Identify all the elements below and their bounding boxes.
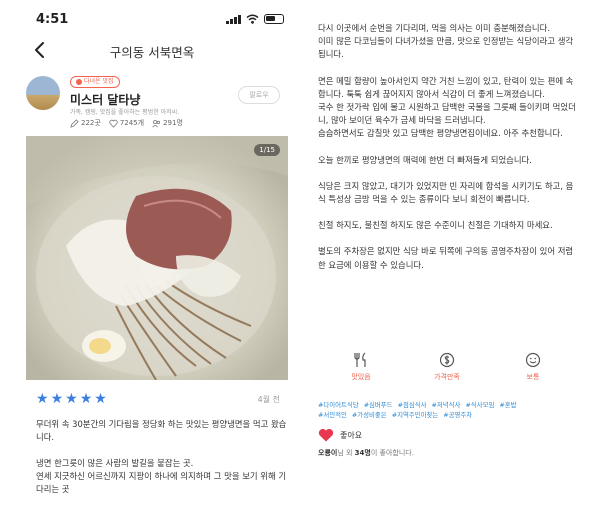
tasty-button[interactable]: 맛있음 <box>326 352 396 392</box>
profile-card: 다녀온 맛집 미스터 달타냥 가족, 캠핑, 맛집을 좋아하는 평범한 아저씨.… <box>26 76 288 132</box>
status-bar: 4:51 <box>16 12 288 30</box>
pencil-icon <box>70 118 79 128</box>
hashtag[interactable]: #서민적인 <box>318 411 347 419</box>
badge-dot-icon <box>76 79 82 85</box>
avatar[interactable] <box>26 76 60 110</box>
star-rating: ★ ★ ★ ★ ★ <box>36 392 107 406</box>
star-icon: ★ <box>65 391 78 407</box>
page-title: 구의동 서북면옥 <box>109 45 195 60</box>
review-text-right: 다시 이곳에서 순번을 기다리며, 먹을 의사는 이미 충분해졌습니다. 이미 … <box>318 22 576 285</box>
nav-bar: 구의동 서북면옥 <box>16 38 288 62</box>
hashtag[interactable]: #다이어트식당 <box>318 401 359 409</box>
dollar-icon <box>439 352 455 368</box>
like-total[interactable]: 34명 <box>355 449 371 457</box>
price-label: 가격만족 <box>434 373 460 381</box>
like-label: 좋아요 <box>340 430 363 440</box>
follow-button[interactable]: 팔로우 <box>238 86 280 104</box>
star-icon: ★ <box>50 391 64 407</box>
utensils-icon <box>354 352 366 367</box>
hashtag[interactable]: #점심식사 <box>398 401 427 409</box>
review-paragraph: 면은 메밀 함량이 높아서인지 약간 거친 느낌이 있고, 탄력이 있는 편에 … <box>318 75 576 139</box>
star-icon: ★ <box>36 391 49 407</box>
review-paragraph: 무더위 속 30분간의 기다림을 정당화 하는 맛있는 평양냉면을 먹고 왔습니… <box>36 419 287 442</box>
wifi-icon <box>246 14 259 24</box>
review-count: 222곳 <box>70 118 101 128</box>
bio: 가족, 캠핑, 맛집을 좋아하는 평범한 아저씨. <box>70 109 180 116</box>
hashtag[interactable]: #가성비좋은 <box>352 411 387 419</box>
like-count: 7245개 <box>109 118 144 128</box>
naengmyeon-photo <box>26 136 288 380</box>
profile-stats: 222곳 7245개 291명 <box>70 118 183 128</box>
review-paragraph: 식당은 크지 않았고, 대기가 있었지만 빈 자리에 합석을 시키기도 하고, … <box>318 180 574 205</box>
battery-icon <box>264 14 284 24</box>
normal-label: 보통 <box>526 373 540 381</box>
normal-button[interactable]: 보통 <box>498 352 568 392</box>
photo-counter: 1/15 <box>254 144 280 156</box>
heart-icon <box>318 428 334 442</box>
follower-count-value: 291명 <box>163 119 183 127</box>
review-paragraph: 냉면 한그릇이 많은 사람의 발길을 붙잡는 곳. 연세 지긋하신 어르신까지 … <box>36 458 287 494</box>
nickname[interactable]: 미스터 달타냥 <box>70 91 140 108</box>
like-count-value: 7245개 <box>119 119 145 127</box>
signal-icon <box>226 14 241 24</box>
reaction-bar: 맛있음 가격만족 보통 <box>318 352 576 392</box>
status-time: 4:51 <box>36 12 69 27</box>
like-summary: 오룡이님 외 34명이 좋아합니다. <box>318 448 414 458</box>
review-text-left: 무더위 속 30분간의 기다림을 정당화 하는 맛있는 평양냉면을 먹고 왔습니… <box>36 418 288 509</box>
visit-date: 4월 전 <box>257 395 280 404</box>
like-summary-end: 이 좋아합니다. <box>370 449 414 457</box>
hashtag[interactable]: #혼밥 <box>499 401 516 409</box>
food-photo[interactable]: 1/15 <box>26 136 288 380</box>
heart-outline-icon <box>109 119 118 128</box>
people-icon <box>152 119 161 127</box>
follower-count: 291명 <box>152 118 183 128</box>
hashtag-list: #다이어트식당 #심버푸드 #점심식사 #저녁식사 #식사모임 #혼밥 #서민적… <box>318 400 576 420</box>
tasty-label: 맛있음 <box>351 373 371 381</box>
hashtag[interactable]: #공영주차 <box>443 411 472 419</box>
status-icons <box>226 14 284 24</box>
review-paragraph: 별도의 주차장은 없지만 식당 바로 뒤쪽에 구의동 공영주차장이 있어 저렴한… <box>318 246 574 270</box>
price-button[interactable]: 가격만족 <box>412 352 482 392</box>
review-paragraph: 다시 이곳에서 순번을 기다리며, 먹을 의사는 이미 충분해졌습니다. 이미 … <box>318 23 574 60</box>
hashtag[interactable]: #지역주민이찾는 <box>392 411 439 419</box>
like-button[interactable]: 좋아요 <box>318 428 362 442</box>
visited-badge: 다녀온 맛집 <box>70 76 120 88</box>
star-icon: ★ <box>79 391 93 407</box>
hashtag[interactable]: #저녁식사 <box>432 401 461 409</box>
smile-icon <box>525 352 541 368</box>
hashtag[interactable]: #심버푸드 <box>364 401 393 409</box>
review-count-value: 222곳 <box>81 119 101 127</box>
star-icon: ★ <box>94 391 107 407</box>
right-panel: 다시 이곳에서 순번을 기다리며, 먹을 의사는 이미 충분해졌습니다. 이미 … <box>318 0 580 510</box>
left-panel: 4:51 구의동 서북면옥 다녀온 맛집 미스터 달타냥 가족, 캠핑, 맛집을… <box>16 0 288 510</box>
review-paragraph: 오늘 한끼로 평양냉면의 매력에 한번 더 빠져들게 되었습니다. <box>318 154 532 165</box>
review-paragraph: 친절 하지도, 불친절 하지도 않은 수준이니 친절은 기대하지 마세요. <box>318 220 553 231</box>
like-summary-suffix: 님 외 <box>337 449 353 457</box>
hashtag[interactable]: #식사모임 <box>465 401 494 409</box>
like-user[interactable]: 오룡이 <box>318 449 337 457</box>
rating-row: ★ ★ ★ ★ ★ 4월 전 <box>26 392 288 408</box>
badge-label: 다녀온 맛집 <box>84 78 114 85</box>
